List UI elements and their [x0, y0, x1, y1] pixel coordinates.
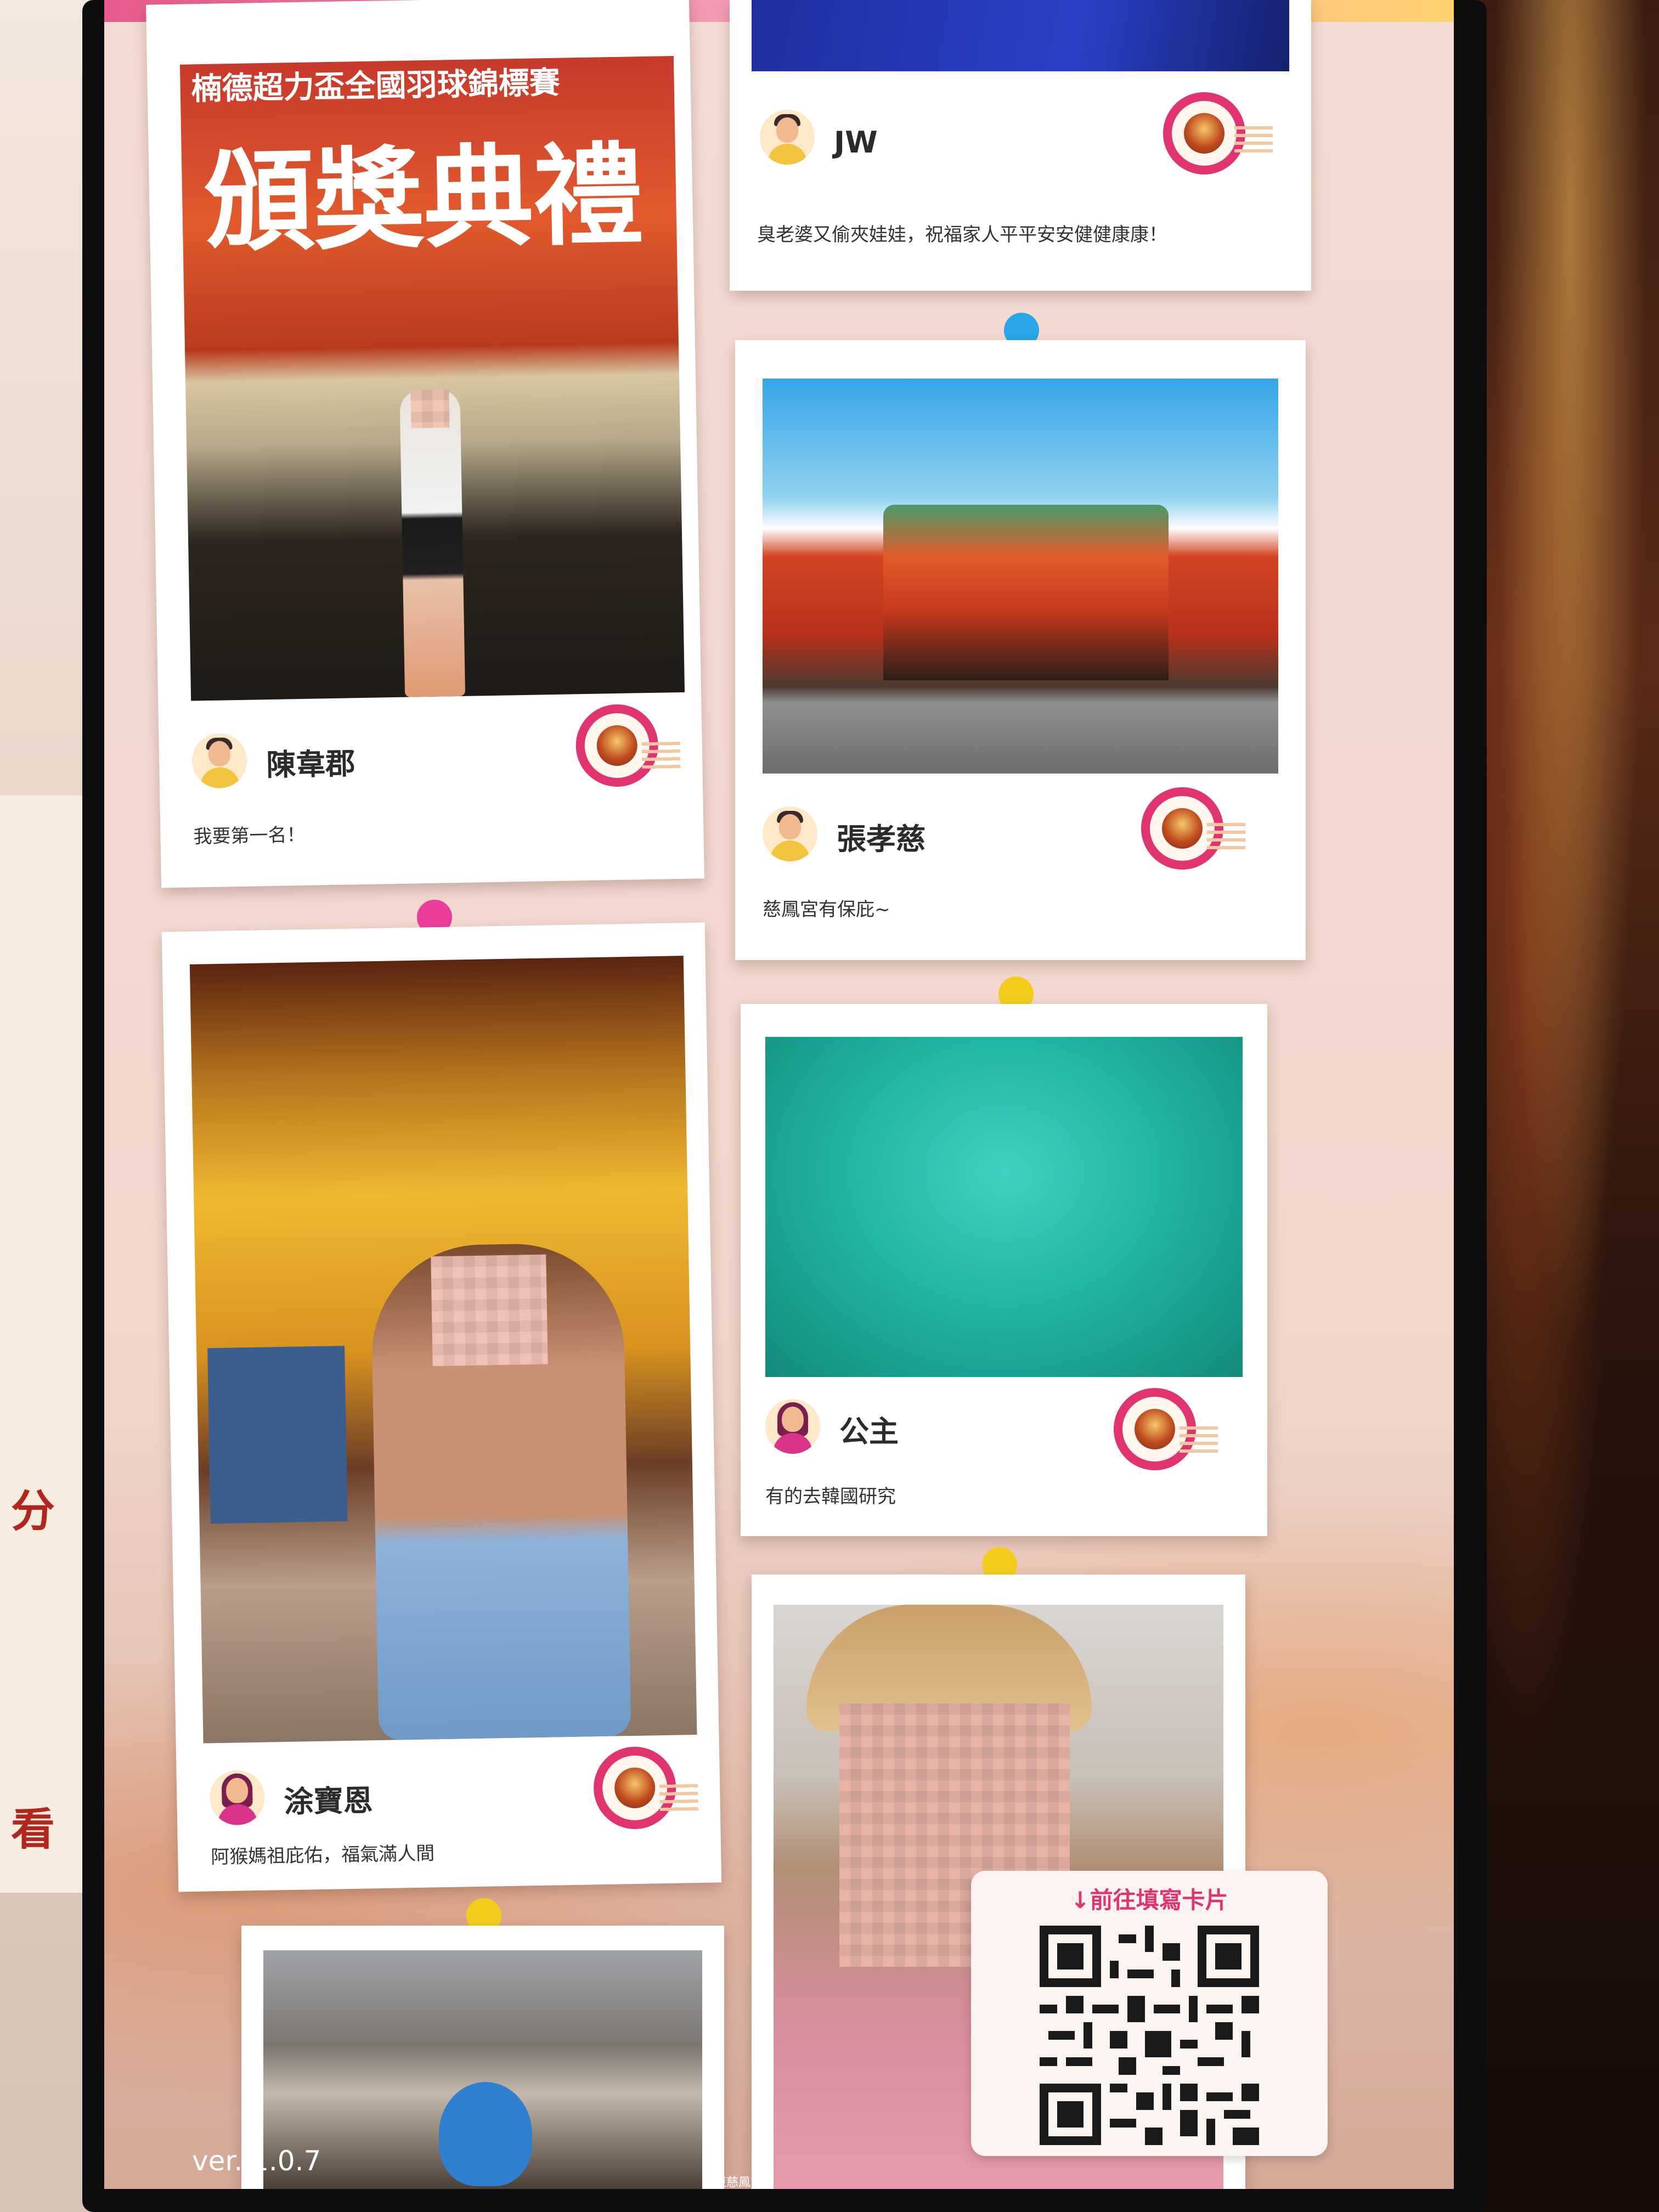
- male-avatar-icon: [763, 806, 817, 861]
- card-author-name: 張孝慈: [837, 822, 926, 856]
- prayer-card-chang[interactable]: 張孝慈 慈鳳宮有保庇~: [735, 340, 1306, 960]
- prayer-card-princess[interactable]: 公主 有的去韓國研究: [741, 1004, 1267, 1536]
- stamp-lines: [1234, 126, 1273, 154]
- app-version: ver. 1.0.7: [192, 2145, 321, 2177]
- qr-card-panel[interactable]: ↓前往填寫卡片: [971, 1871, 1328, 2156]
- stamp-lines: [641, 741, 681, 770]
- card-message: 我要第一名！: [193, 823, 306, 848]
- card-author-name: 涂寶恩: [283, 1783, 374, 1820]
- qr-code-icon[interactable]: [1009, 1926, 1289, 2145]
- card-photo: 楠德超力盃全國羽球錦標賽 頒獎典禮: [179, 55, 685, 701]
- male-avatar-icon: [760, 110, 815, 165]
- card-message: 臭老婆又偷夾娃娃，祝福家人平平安安健健康康！: [757, 224, 1167, 246]
- stamp-lines: [659, 1784, 698, 1813]
- kiosk-screen: JW 臭老婆又偷夾娃娃，祝福家人平平安安健健康康！ 楠德超力盃全國羽球錦標賽 頒…: [104, 0, 1454, 2189]
- blurred-face: [410, 389, 450, 428]
- card-author-name: 公主: [839, 1414, 899, 1449]
- photo-event-title: 楠德超力盃全國羽球錦標賽: [191, 65, 561, 108]
- poster-char: 看: [11, 1803, 55, 1855]
- card-photo: [752, 0, 1289, 71]
- stamp-lines: [1207, 823, 1245, 850]
- stamp-lines: [1180, 1426, 1218, 1454]
- female-avatar-icon: [209, 1769, 266, 1826]
- temple-building: [883, 505, 1169, 680]
- card-message: 阿猴媽祖庇佑，福氣滿人間: [210, 1842, 435, 1869]
- blurred-face: [431, 1254, 548, 1367]
- female-avatar-icon: [765, 1399, 820, 1454]
- card-photo: [765, 1037, 1243, 1377]
- photo-ceremony-title: 頒獎典禮: [203, 131, 645, 267]
- footer-temple-name: 屏東慈鳳宮: [702, 2176, 763, 2189]
- card-author-name: JW: [834, 125, 878, 160]
- card-photo: [189, 956, 697, 1743]
- male-avatar-icon: [191, 732, 247, 789]
- card-message: 有的去韓國研究: [765, 1486, 896, 1508]
- temple-stamp-icon: [1163, 92, 1245, 174]
- prayer-card-tu[interactable]: 涂寶恩 阿猴媽祖庇佑，福氣滿人間: [161, 922, 722, 1892]
- card-author-name: 陳韋郡: [266, 746, 356, 783]
- child-figure: [399, 388, 466, 697]
- qr-instruction: ↓前往填寫卡片: [1070, 1887, 1228, 1914]
- card-photo: [263, 1950, 702, 2189]
- card-photo: [763, 379, 1278, 774]
- cartoon-character: [439, 2082, 532, 2186]
- donation-box: [207, 1346, 348, 1524]
- prayer-card-chen[interactable]: 楠德超力盃全國羽球錦標賽 頒獎典禮 陳韋郡 我要第一名！: [146, 0, 704, 888]
- card-message: 慈鳳宮有保庇~: [763, 899, 890, 921]
- poster-char: 分: [11, 1485, 55, 1537]
- prayer-card-jw[interactable]: JW 臭老婆又偷夾娃娃，祝福家人平平安安健健康康！: [730, 0, 1311, 291]
